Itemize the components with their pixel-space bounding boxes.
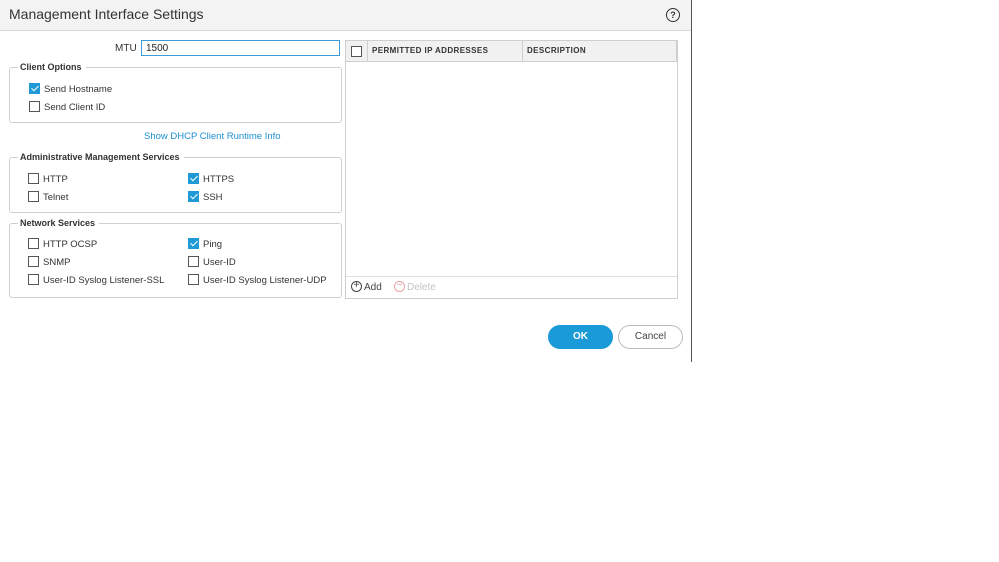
permitted-ip-table: PERMITTED IP ADDRESSES DESCRIPTION + Add … [345,40,678,299]
add-label: Add [364,282,382,293]
delete-label: Delete [407,282,436,293]
ssh-checkbox[interactable] [188,190,199,202]
send-client-id-option[interactable]: Send Client ID [29,100,106,115]
mtu-label: MTU [115,43,137,54]
mtu-input[interactable] [141,40,340,56]
network-services-group: Network Services HTTP OCSP SNMP User-ID … [9,217,342,298]
send-hostname-option[interactable]: Send Hostname [29,82,113,97]
syslog-udp-checkbox[interactable] [188,273,199,285]
dhcp-runtime-info-link[interactable]: Show DHCP Client Runtime Info [144,131,281,142]
help-icon[interactable]: ? [666,8,680,22]
management-interface-dialog: Management Interface Settings ? MTU Clie… [0,0,692,362]
http-ocsp-option[interactable]: HTTP OCSP [28,237,98,252]
ping-label: Ping [203,239,223,250]
user-id-option[interactable]: User-ID [188,255,236,270]
snmp-label: SNMP [43,257,71,268]
dialog-titlebar: Management Interface Settings ? [0,0,691,31]
minus-circle-icon: − [394,280,405,292]
send-hostname-checkbox[interactable] [29,82,40,94]
ping-option[interactable]: Ping [188,237,223,252]
client-options-group: Client Options Send Hostname Send Client… [9,61,342,123]
http-ocsp-label: HTTP OCSP [43,239,98,250]
snmp-option[interactable]: SNMP [28,255,71,270]
syslog-ssl-label: User-ID Syslog Listener-SSL [43,275,165,286]
client-options-legend: Client Options [18,61,86,73]
telnet-option[interactable]: Telnet [28,190,69,205]
syslog-ssl-option[interactable]: User-ID Syslog Listener-SSL [28,273,165,288]
table-body [346,62,677,276]
table-header: PERMITTED IP ADDRESSES DESCRIPTION [346,41,677,62]
cancel-button[interactable]: Cancel [618,325,683,349]
telnet-checkbox[interactable] [28,190,39,202]
ssh-label: SSH [203,192,223,203]
send-client-id-checkbox[interactable] [29,100,40,112]
column-header-description[interactable]: DESCRIPTION [527,41,586,61]
syslog-udp-option[interactable]: User-ID Syslog Listener-UDP [188,273,327,288]
column-header-permitted-ip[interactable]: PERMITTED IP ADDRESSES [372,41,488,61]
header-divider [676,41,677,61]
delete-button[interactable]: − Delete [394,280,436,295]
https-option[interactable]: HTTPS [188,172,235,187]
header-divider [367,41,368,61]
ping-checkbox[interactable] [188,237,199,249]
network-services-legend: Network Services [18,217,100,229]
snmp-checkbox[interactable] [28,255,39,267]
http-option[interactable]: HTTP [28,172,68,187]
admin-services-group: Administrative Management Services HTTP … [9,151,342,213]
https-label: HTTPS [203,174,235,185]
https-checkbox[interactable] [188,172,199,184]
syslog-ssl-checkbox[interactable] [28,273,39,285]
ssh-option[interactable]: SSH [188,190,223,205]
header-divider [522,41,523,61]
plus-circle-icon: + [351,280,362,292]
telnet-label: Telnet [43,192,69,203]
dialog-title: Management Interface Settings [9,6,204,22]
ok-button[interactable]: OK [548,325,613,349]
admin-services-legend: Administrative Management Services [18,151,184,163]
user-id-label: User-ID [203,257,236,268]
syslog-udp-label: User-ID Syslog Listener-UDP [203,275,327,286]
add-button[interactable]: + Add [351,280,382,295]
send-hostname-label: Send Hostname [44,84,113,95]
user-id-checkbox[interactable] [188,255,199,267]
send-client-id-label: Send Client ID [44,102,106,113]
http-label: HTTP [43,174,68,185]
http-checkbox[interactable] [28,172,39,184]
table-footer: + Add − Delete [346,276,677,299]
http-ocsp-checkbox[interactable] [28,237,39,249]
select-all-checkbox[interactable] [351,46,362,57]
